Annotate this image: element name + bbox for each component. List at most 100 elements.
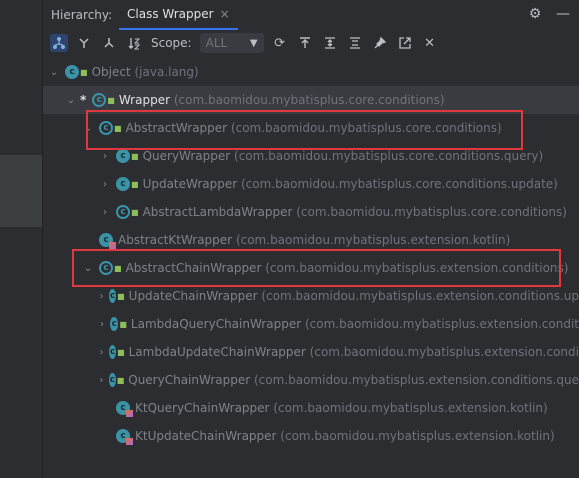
kotlin-class-icon: c	[116, 429, 133, 445]
package-name: (com.baomidou.mybatisplus.core.condition…	[237, 177, 558, 191]
package-name: (com.baomidou.mybatisplus.extension.cond…	[250, 373, 579, 387]
left-tool-gutter	[0, 0, 43, 478]
public-access-icon: ■	[114, 263, 122, 273]
pin-top-icon[interactable]	[296, 34, 314, 52]
kotlin-class-icon: c	[116, 401, 133, 417]
class-label: QueryWrapper (com.baomidou.mybatisplus.c…	[143, 149, 544, 163]
open-in-window-icon[interactable]	[396, 34, 414, 52]
subtypes-icon[interactable]	[100, 34, 118, 52]
pin-icon[interactable]	[371, 34, 389, 52]
expand-all-icon[interactable]	[321, 34, 339, 52]
sort-alphabetically-icon[interactable]	[125, 34, 143, 52]
focus-marker: *	[80, 93, 87, 107]
class-name: AbstractLambdaWrapper	[142, 205, 293, 219]
chevron-right-icon[interactable]: ›	[98, 319, 106, 330]
class-icon: c	[109, 289, 117, 303]
public-access-icon: ■	[119, 319, 127, 329]
class-name: Wrapper	[118, 93, 171, 107]
public-access-icon: ■	[117, 347, 125, 357]
class-label: QueryChainWrapper (com.baomidou.mybatisp…	[128, 373, 579, 387]
class-label: AbstractChainWrapper (com.baomidou.mybat…	[126, 261, 569, 275]
supertypes-icon[interactable]	[75, 34, 93, 52]
chevron-right-icon[interactable]: ›	[98, 291, 105, 302]
tree-row[interactable]: › c ■ QueryChainWrapper (com.baomidou.mybat…	[43, 366, 579, 394]
class-label: Wrapper (com.baomidou.mybatisplus.core.c…	[119, 93, 445, 107]
package-name: (com.baomidou.mybatisplus.extension.cond…	[257, 289, 579, 303]
class-name: KtUpdateChainWrapper	[135, 429, 277, 443]
close-icon[interactable]: ×	[220, 7, 230, 21]
class-label: UpdateWrapper (com.baomidou.mybatisplus.…	[143, 177, 558, 191]
close-panel-icon[interactable]: ✕	[421, 34, 439, 52]
chevron-down-icon[interactable]: ⌄	[47, 67, 61, 78]
tree-row[interactable]: › c ■ AbstractLambdaWrapper (com.baomidou.m…	[43, 198, 579, 226]
tree-row[interactable]: ⌄ c ■ AbstractChainWrapper (com.baomidou.my…	[43, 254, 579, 282]
tree-row[interactable]: c KtQueryChainWrapper (com.baomidou.mybat…	[43, 394, 579, 422]
gear-icon[interactable]: ⚙	[527, 6, 543, 22]
abstract-class-icon: c	[99, 121, 113, 135]
tree-row[interactable]: › c ■ UpdateChainWrapper (com.baomidou.myba…	[43, 282, 579, 310]
public-access-icon: ■	[107, 95, 115, 105]
chevron-right-icon[interactable]: ›	[98, 179, 112, 190]
tree-row[interactable]: c KtUpdateChainWrapper (com.baomidou.myba…	[43, 422, 579, 450]
minus-icon[interactable]: —	[555, 6, 571, 22]
scope-label: Scope:	[151, 36, 192, 50]
class-label: KtQueryChainWrapper (com.baomidou.mybati…	[135, 401, 548, 415]
public-access-icon: ■	[80, 67, 88, 77]
chevron-down-icon[interactable]: ⌄	[64, 95, 78, 106]
tree-row[interactable]: › c ■ LambdaQueryChainWrapper (com.baomidou…	[43, 310, 579, 338]
class-icon: c	[110, 317, 119, 331]
public-access-icon: ■	[114, 123, 122, 133]
class-name: QueryChainWrapper	[128, 373, 251, 387]
class-name: AbstractWrapper	[125, 121, 228, 135]
class-icon: c	[108, 373, 116, 387]
package-name: (com.baomidou.mybatisplus.extension.cond…	[305, 345, 579, 359]
class-label: AbstractKtWrapper (com.baomidou.mybatisp…	[118, 233, 510, 247]
type-hierarchy-icon[interactable]	[50, 34, 68, 52]
hierarchy-tree: ⌄ c ■ Object (java.lang) ⌄ * c ■ Wrapper (com.ba…	[43, 58, 579, 450]
tree-row[interactable]: ⌄ * c ■ Wrapper (com.baomidou.mybatisplus.co…	[43, 86, 579, 114]
hierarchy-panel: Hierarchy: Class Wrapper × ⚙ — Scope: AL…	[43, 0, 579, 478]
chevron-right-icon[interactable]: ›	[98, 151, 112, 162]
scope-value: ALL	[205, 36, 228, 50]
class-label: LambdaUpdateChainWrapper (com.baomidou.m…	[129, 345, 579, 359]
chevron-right-icon[interactable]: ›	[98, 347, 105, 358]
tab-class-wrapper[interactable]: Class Wrapper ×	[119, 0, 238, 30]
collapse-all-icon[interactable]	[346, 34, 364, 52]
tree-row[interactable]: c AbstractKtWrapper (com.baomidou.mybatis…	[43, 226, 579, 254]
left-panel-strip	[0, 155, 42, 227]
class-icon: c	[65, 65, 79, 79]
chevron-down-icon[interactable]: ⌄	[81, 263, 95, 274]
class-name: AbstractChainWrapper	[125, 261, 262, 275]
tree-row[interactable]: › c ■ LambdaUpdateChainWrapper (com.baomido…	[43, 338, 579, 366]
scope-dropdown[interactable]: ALL ▼	[199, 33, 264, 53]
class-icon: c	[109, 345, 117, 359]
tree-row[interactable]: › c ■ UpdateWrapper (com.baomidou.mybatispl…	[43, 170, 579, 198]
package-name: (com.baomidou.mybatisplus.core.condition…	[227, 121, 502, 135]
tree-row[interactable]: › c ■ QueryWrapper (com.baomidou.mybatisplu…	[43, 142, 579, 170]
tab-label: Class Wrapper	[127, 7, 214, 21]
panel-title: Hierarchy:	[51, 8, 113, 22]
class-label: Object (java.lang)	[92, 65, 199, 79]
package-name: (com.baomidou.mybatisplus.extension.kotl…	[269, 401, 548, 415]
public-access-icon: ■	[116, 375, 125, 385]
class-label: KtUpdateChainWrapper (com.baomidou.mybat…	[135, 429, 555, 443]
package-name: (com.baomidou.mybatisplus.core.condition…	[292, 205, 567, 219]
package-name: (com.baomidou.mybatisplus.extension.kotl…	[276, 429, 555, 443]
package-name: (com.baomidou.mybatisplus.extension.cond…	[301, 317, 579, 331]
refresh-icon[interactable]: ⟳	[271, 34, 289, 52]
public-access-icon: ■	[131, 151, 139, 161]
chevron-right-icon[interactable]: ›	[98, 207, 112, 218]
class-name: UpdateChainWrapper	[128, 289, 258, 303]
kotlin-class-icon: c	[99, 233, 116, 249]
package-name: (com.baomidou.mybatisplus.extension.cond…	[261, 261, 569, 275]
class-name: Object	[91, 65, 131, 79]
tree-row[interactable]: ⌄ c ■ Object (java.lang)	[43, 58, 579, 86]
class-name: QueryWrapper	[142, 149, 231, 163]
chevron-right-icon[interactable]: ›	[98, 375, 105, 386]
chevron-down-icon[interactable]: ⌄	[81, 123, 95, 134]
public-access-icon: ■	[131, 179, 139, 189]
abstract-class-icon: c	[92, 93, 107, 107]
tree-row[interactable]: ⌄ c ■ AbstractWrapper (com.baomidou.mybatis…	[43, 114, 579, 142]
class-icon: c	[116, 149, 130, 163]
class-label: LambdaQueryChainWrapper (com.baomidou.my…	[131, 317, 579, 331]
